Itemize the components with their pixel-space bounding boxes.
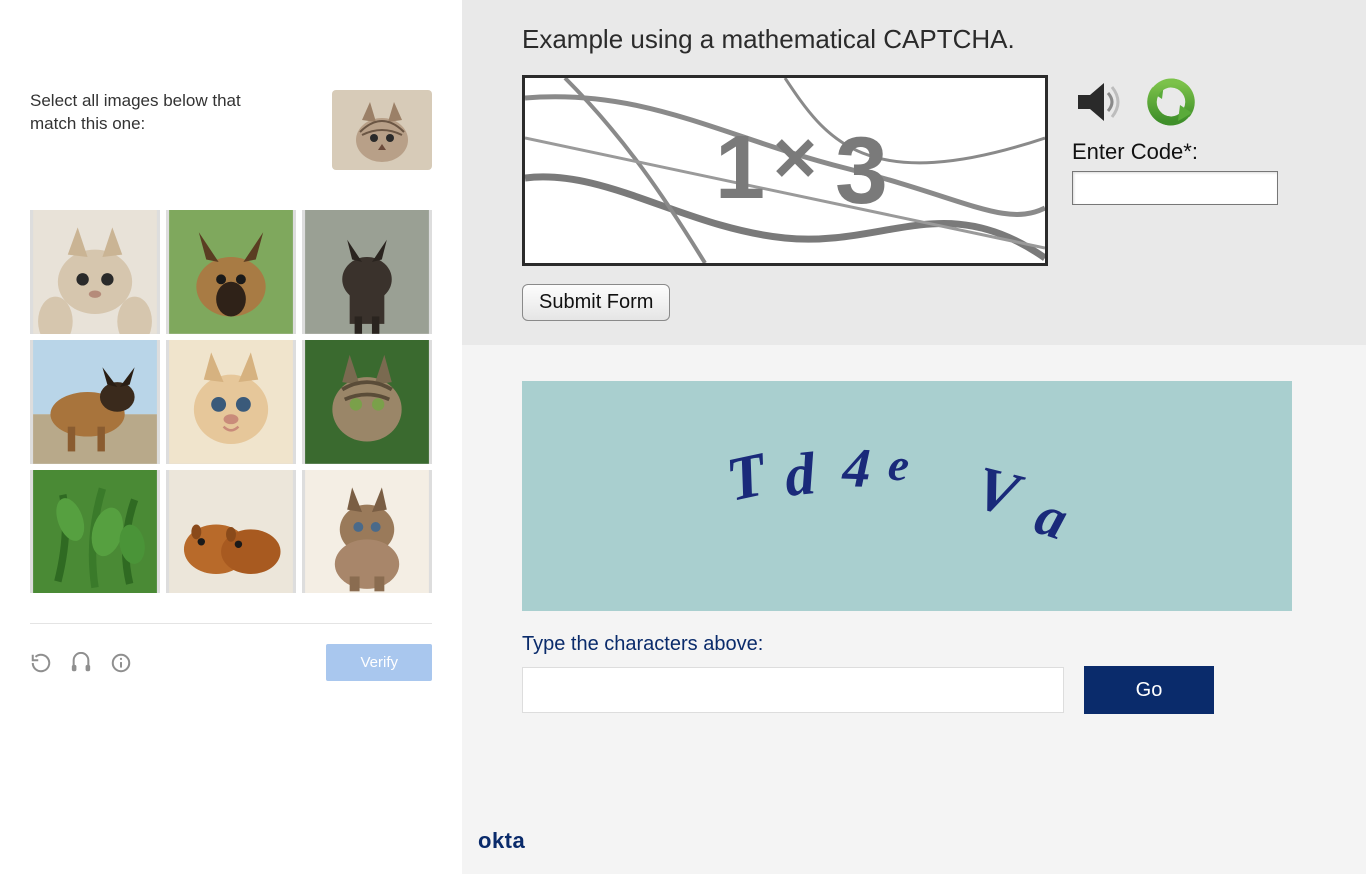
text-captcha-input[interactable]: [522, 667, 1064, 713]
refresh-captcha-icon[interactable]: [1144, 75, 1198, 129]
math-captcha-title: Example using a mathematical CAPTCHA.: [522, 24, 1326, 55]
text-captcha-label: Type the characters above:: [522, 633, 1326, 656]
image-captcha-tile-1[interactable]: [166, 210, 296, 334]
image-captcha-tile-6[interactable]: [30, 470, 160, 594]
image-captcha-tile-4[interactable]: [166, 340, 296, 464]
svg-text:a: a: [1028, 482, 1076, 553]
verify-button[interactable]: Verify: [326, 644, 432, 681]
image-captcha-tile-3[interactable]: [30, 340, 160, 464]
svg-text:d: d: [781, 440, 819, 509]
image-captcha-tile-8[interactable]: [302, 470, 432, 594]
divider: [30, 623, 432, 624]
submit-form-button[interactable]: Submit Form: [522, 284, 670, 321]
image-captcha-reference-image: [332, 90, 432, 170]
speaker-icon[interactable]: [1072, 75, 1126, 129]
image-captcha-prompt: Select all images below that match this …: [30, 90, 260, 136]
svg-text:V: V: [969, 454, 1030, 531]
svg-text:3: 3: [835, 118, 888, 224]
audio-icon[interactable]: [70, 652, 92, 674]
enter-code-label: Enter Code*:: [1072, 139, 1278, 165]
svg-text:T: T: [721, 440, 774, 515]
go-button[interactable]: Go: [1084, 666, 1214, 714]
math-captcha-image: 1 3: [522, 75, 1048, 266]
image-captcha-tile-5[interactable]: [302, 340, 432, 464]
svg-text:e: e: [886, 438, 912, 491]
refresh-icon[interactable]: [30, 652, 52, 674]
math-captcha-panel: Example using a mathematical CAPTCHA. 1: [462, 0, 1366, 345]
image-captcha-tile-0[interactable]: [30, 210, 160, 334]
code-input[interactable]: [1072, 171, 1278, 205]
text-captcha-panel: T d 4 e V a Type the characters above: G…: [462, 345, 1366, 874]
svg-text:1: 1: [715, 118, 765, 218]
info-icon[interactable]: [110, 652, 132, 674]
image-captcha-grid: [30, 210, 432, 593]
svg-text:4: 4: [841, 437, 872, 500]
brand-logo: okta: [478, 828, 525, 854]
image-captcha-panel: Select all images below that match this …: [0, 0, 462, 874]
image-captcha-tile-7[interactable]: [166, 470, 296, 594]
image-captcha-tile-2[interactable]: [302, 210, 432, 334]
text-captcha-image: T d 4 e V a: [522, 381, 1292, 611]
